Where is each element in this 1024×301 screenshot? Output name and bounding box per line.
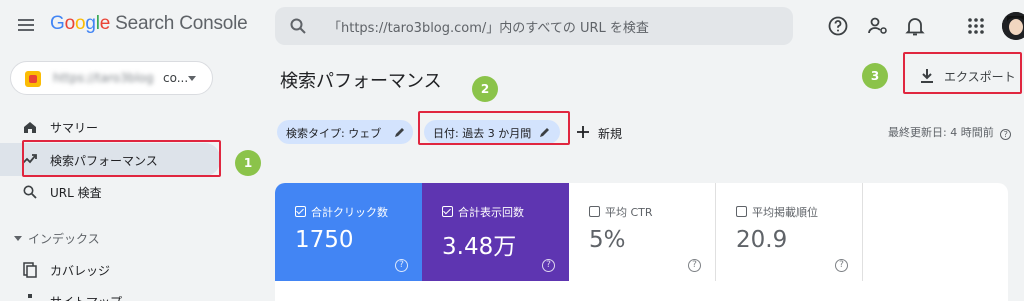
search-icon (290, 18, 306, 34)
help-icon[interactable]: ? (835, 259, 848, 272)
annotation-badge-3: 3 (862, 63, 888, 89)
property-favicon (25, 71, 41, 87)
product-name: Search Console (115, 13, 248, 34)
sidebar-item-label: サマリー (50, 121, 99, 135)
logo-letter: e (99, 13, 111, 34)
property-url-blurred: https://taro3blog (53, 71, 154, 85)
help-icon[interactable]: ? (542, 259, 555, 272)
checkbox-unchecked-icon (589, 206, 600, 217)
sidebar-item-label: カバレッジ (50, 264, 111, 278)
last-updated-text: 最終更新日: 4 時間前 (888, 126, 994, 139)
metric-value: 1750 (295, 227, 354, 253)
caret-down-icon (14, 236, 22, 241)
search-placeholder: 「https://taro3blog.com/」内のすべての URL を検査 (328, 21, 649, 36)
metric-average-ctr[interactable]: 平均 CTR 5% ? (569, 183, 716, 281)
new-filter-button[interactable]: 新規 (574, 120, 634, 144)
account-avatar[interactable] (1002, 12, 1024, 40)
help-icon[interactable]: ? (1000, 129, 1012, 140)
logo-letter: o (74, 13, 86, 34)
apps-icon[interactable] (964, 14, 988, 38)
coverage-icon (23, 262, 37, 278)
metric-label: 合計クリック数 (295, 204, 388, 220)
checkbox-checked-icon (295, 206, 306, 217)
metric-total-clicks[interactable]: 合計クリック数 1750 ? (275, 183, 422, 281)
metric-value: 3.48万 (442, 234, 517, 260)
sidebar-item-coverage[interactable]: カバレッジ (0, 255, 220, 285)
help-icon[interactable] (826, 14, 850, 38)
last-updated: 最終更新日: 4 時間前 ? (888, 124, 1012, 140)
property-selector[interactable]: https://taro3blog co... (10, 61, 213, 95)
annotation-box-2 (418, 111, 570, 145)
annotation-badge-1: 1 (235, 150, 261, 176)
filter-chip-label: 検索タイプ: ウェブ (286, 127, 382, 140)
menu-icon[interactable] (16, 15, 36, 35)
annotation-box-3 (903, 52, 1022, 94)
sidebar-item-summary[interactable]: サマリー (0, 112, 220, 142)
metric-value: 5% (589, 227, 626, 253)
metrics-card: 合計クリック数 1750 ? 合計表示回数 3.48万 ? 平均 CTR 5% … (275, 183, 1008, 301)
new-filter-label: 新規 (598, 127, 623, 141)
sidebar-section-index[interactable]: インデックス (14, 230, 100, 247)
metric-label-text: 合計表示回数 (458, 206, 524, 219)
filter-chip-search-type[interactable]: 検索タイプ: ウェブ (277, 120, 413, 144)
metric-label-text: 平均 CTR (605, 206, 653, 219)
metric-value: 20.9 (736, 227, 788, 253)
manage-users-icon[interactable] (866, 14, 890, 38)
chevron-down-icon (188, 76, 196, 81)
page-title: 検索パフォーマンス (280, 71, 442, 92)
help-icon[interactable]: ? (688, 259, 701, 272)
metric-label: 平均掲載順位 (736, 204, 818, 220)
google-search-console-logo[interactable]: Google Search Console (50, 13, 248, 35)
property-url-suffix: co... (163, 71, 189, 85)
checkbox-unchecked-icon (736, 206, 747, 217)
help-icon[interactable]: ? (395, 259, 408, 272)
annotation-box-1 (22, 140, 221, 177)
search-icon (23, 185, 37, 199)
section-label: インデックス (28, 232, 100, 246)
home-icon (24, 122, 36, 133)
sitemap-icon (28, 294, 32, 298)
url-inspect-search-bar[interactable]: 「https://taro3blog.com/」内のすべての URL を検査 (275, 7, 793, 45)
annotation-badge-2: 2 (472, 76, 498, 102)
plus-icon (577, 126, 589, 138)
metric-average-position[interactable]: 平均掲載順位 20.9 ? (716, 183, 863, 281)
avatar-image (1002, 12, 1024, 40)
metric-label-text: 平均掲載順位 (752, 206, 818, 219)
metric-label-text: 合計クリック数 (311, 206, 388, 219)
metric-label: 平均 CTR (589, 204, 653, 220)
sidebar-item-url-inspect[interactable]: URL 検査 (0, 177, 220, 207)
sidebar-item-label: URL 検査 (50, 186, 102, 200)
logo-letter: g (85, 13, 96, 34)
edit-icon (395, 128, 404, 137)
notifications-icon[interactable] (903, 14, 927, 38)
sidebar-item-sitemap[interactable]: サイトマップ (0, 286, 220, 301)
metric-label: 合計表示回数 (442, 204, 524, 220)
metric-total-impressions[interactable]: 合計表示回数 3.48万 ? (422, 183, 569, 281)
sidebar-item-label: サイトマップ (50, 293, 122, 301)
checkbox-checked-icon (442, 206, 453, 217)
logo-letter: o (64, 13, 76, 34)
logo-letter: G (50, 13, 65, 34)
top-bar: Google Search Console 「https://taro3blog.… (0, 0, 1024, 52)
